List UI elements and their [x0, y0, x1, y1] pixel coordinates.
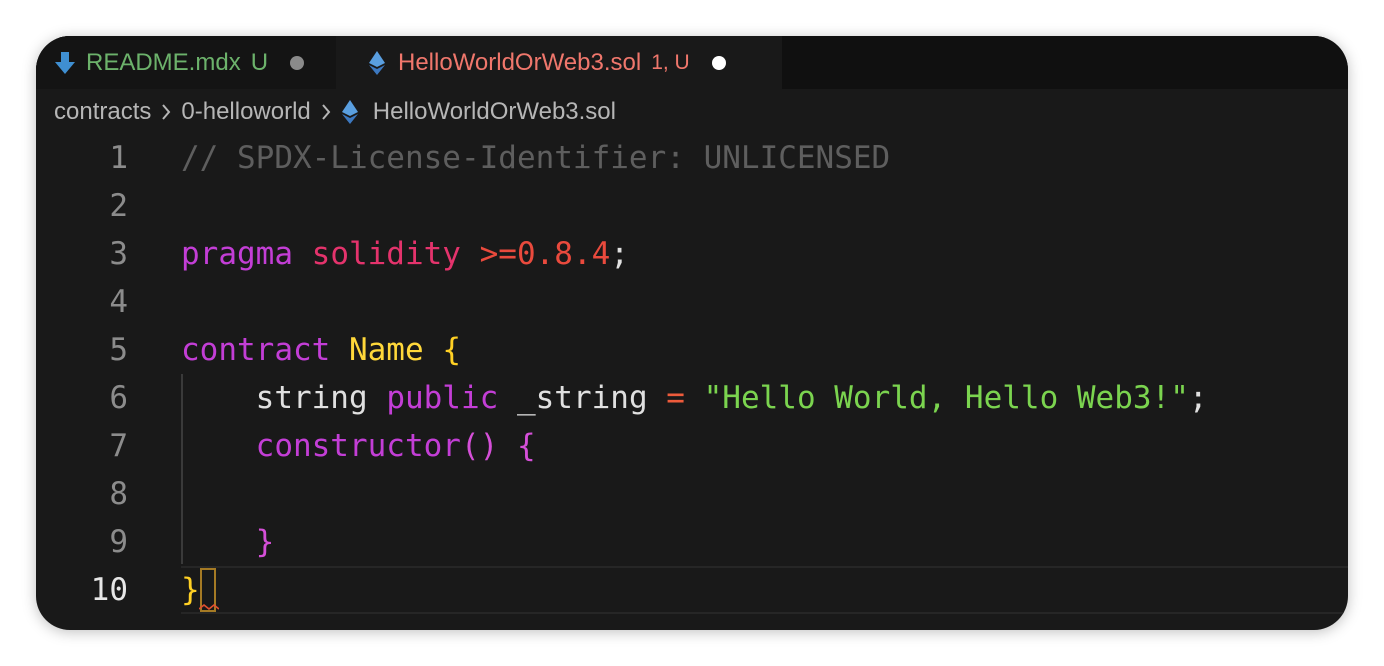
unsaved-dot-icon[interactable] — [711, 55, 726, 70]
chevron-right-icon — [161, 103, 171, 121]
code-text: } — [181, 518, 275, 566]
code-line[interactable]: 10} — [36, 566, 1348, 614]
line-number: 7 — [109, 428, 128, 464]
tab-helloworldorweb3[interactable]: HelloWorldOrWeb3.sol 1, U — [336, 36, 782, 89]
breadcrumb-item-contracts[interactable]: contracts — [54, 98, 151, 126]
code-token-brace-y: } — [181, 572, 200, 608]
line-number: 9 — [109, 524, 128, 560]
editor-window: README.mdx U HelloWorldOrWeb3.sol 1, U c… — [36, 36, 1348, 630]
code-line[interactable]: 4 — [36, 278, 1348, 326]
code-token-ver: >=0.8.4 — [479, 236, 611, 272]
download-arrow-icon — [50, 48, 80, 78]
ethereum-icon — [341, 99, 359, 125]
code-token-kw: public — [386, 380, 499, 416]
code-line[interactable]: 6 string public _string = "Hello World, … — [36, 374, 1348, 422]
line-number: 1 — [109, 140, 128, 176]
code-token-str: "Hello World, Hello Web3!" — [703, 380, 1189, 416]
line-number: 4 — [109, 284, 128, 320]
breadcrumb-item-folder[interactable]: 0-helloworld — [181, 98, 310, 126]
code-line[interactable]: 9 } — [36, 518, 1348, 566]
tab-bar: README.mdx U HelloWorldOrWeb3.sol 1, U — [36, 36, 1348, 89]
code-text: string public _string = "Hello World, He… — [181, 374, 1208, 422]
code-token-plain: string — [181, 380, 368, 416]
line-number: 10 — [90, 572, 128, 608]
code-token-kw: pragma — [181, 236, 293, 272]
code-token-plain: ; — [1188, 380, 1208, 416]
code-token-brace-y: { — [442, 332, 461, 368]
code-token-op: = — [666, 380, 685, 416]
tab-status-badge: 1, U — [651, 50, 690, 74]
code-token-brace-p: { — [516, 428, 536, 464]
code-text: constructor() { — [181, 422, 536, 470]
line-number: 6 — [109, 380, 128, 416]
code-token-plain: ; — [610, 236, 629, 272]
code-line[interactable]: 3 pragma solidity >=0.8.4; — [36, 230, 1348, 278]
code-line[interactable]: 2 — [36, 182, 1348, 230]
ethereum-icon — [362, 48, 392, 78]
tab-readme[interactable]: README.mdx U — [36, 36, 336, 89]
code-token-sol: solidity — [311, 236, 461, 272]
code-token-kw: contract — [181, 332, 331, 368]
breadcrumb: contracts 0-helloworld HelloWorldOrWeb3.… — [54, 92, 616, 132]
code-token-brace-p: () — [460, 428, 499, 464]
code-line[interactable]: 1 // SPDX-License-Identifier: UNLICENSED — [36, 134, 1348, 182]
code-text: // SPDX-License-Identifier: UNLICENSED — [181, 134, 890, 182]
tab-status-badge: U — [250, 48, 269, 76]
tab-label: README.mdx — [86, 48, 241, 76]
code-token-comment: // SPDX-License-Identifier: UNLICENSED — [181, 140, 891, 176]
code-token-type: Name — [348, 332, 424, 368]
line-number: 8 — [109, 476, 128, 512]
code-text: pragma solidity >=0.8.4; — [181, 230, 629, 278]
line-number: 5 — [109, 332, 128, 368]
error-squiggle — [199, 604, 219, 610]
code-text: contract Name { — [181, 326, 461, 374]
line-number: 3 — [109, 236, 128, 272]
code-token-plain: _string — [498, 380, 667, 416]
line-number: 2 — [109, 188, 128, 224]
code-line[interactable]: 5 contract Name { — [36, 326, 1348, 374]
unsaved-dot-icon[interactable] — [290, 55, 305, 70]
code-line[interactable]: 8 — [36, 470, 1348, 518]
tab-label: HelloWorldOrWeb3.sol — [398, 48, 642, 76]
breadcrumb-item-file[interactable]: HelloWorldOrWeb3.sol — [373, 98, 616, 126]
code-editor[interactable]: 1 // SPDX-License-Identifier: UNLICENSED 2… — [36, 134, 1348, 630]
code-token-brace-p: } — [181, 524, 275, 560]
code-line[interactable]: 7 constructor() { — [36, 422, 1348, 470]
chevron-right-icon — [321, 103, 331, 121]
code-token-kw: constructor — [181, 428, 461, 464]
